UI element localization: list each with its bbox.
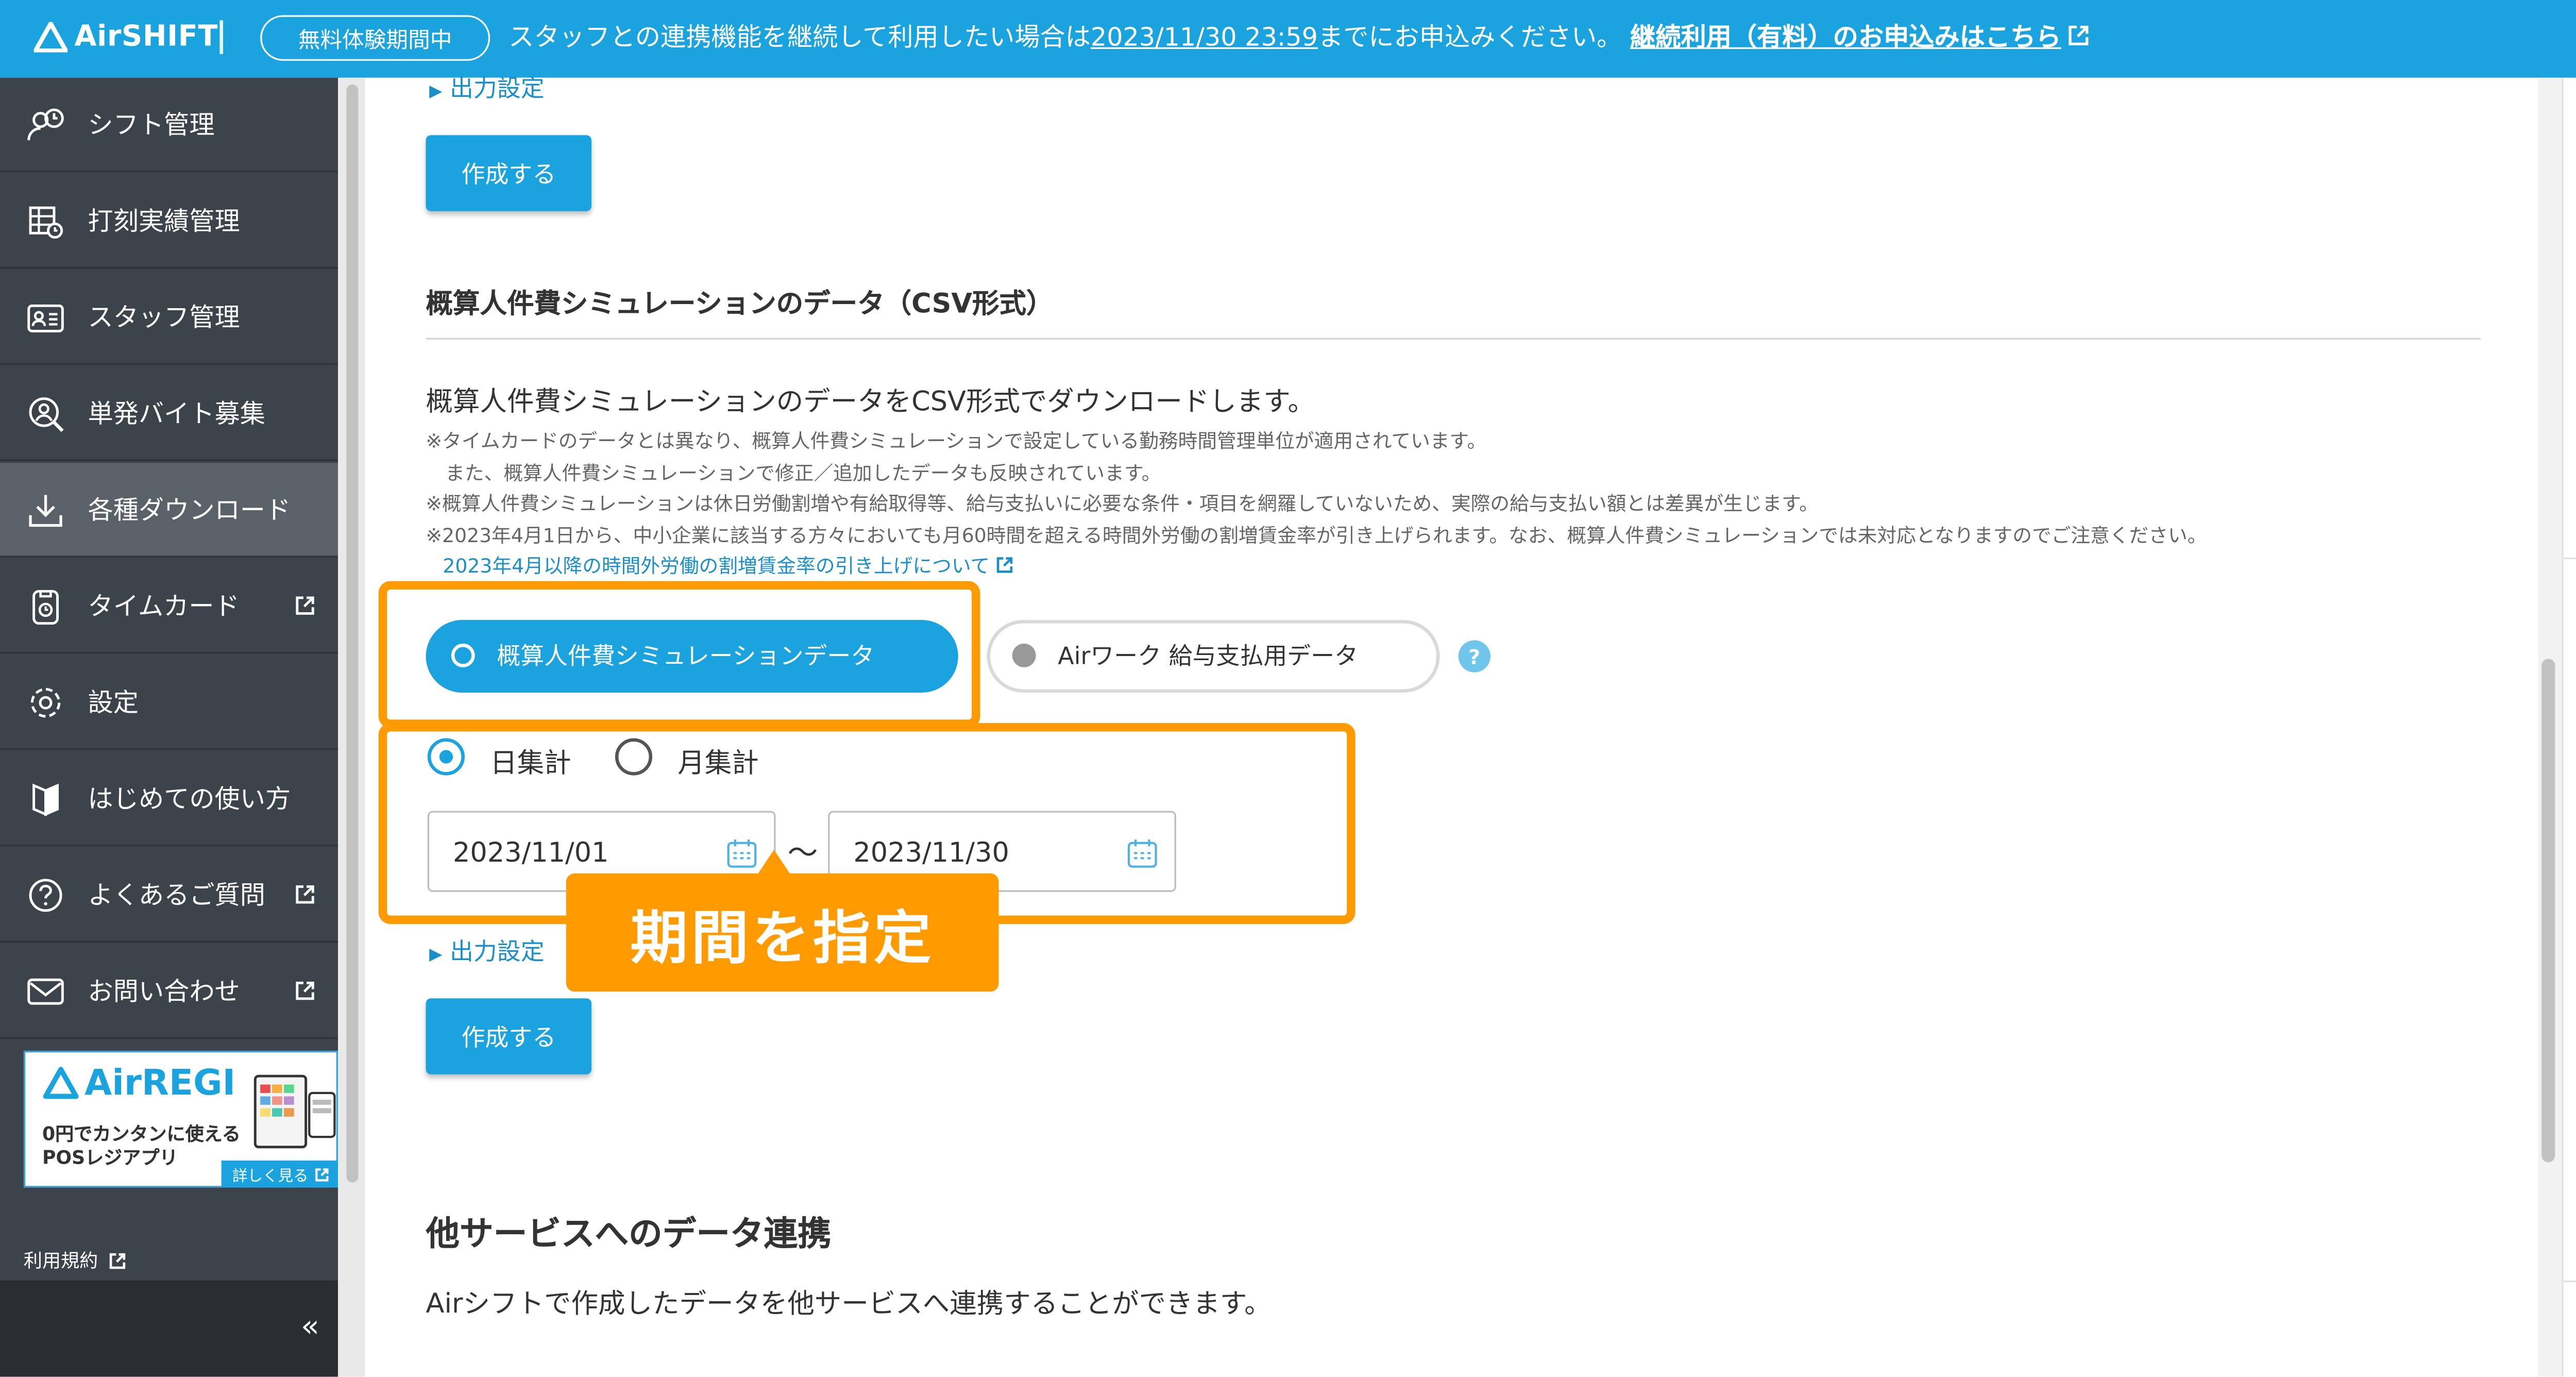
note-line: ※2023年4月1日から、中小企業に該当する方々においても月60時間を超える時間… xyxy=(426,523,2207,547)
sidebar-item-download[interactable]: 各種ダウンロード xyxy=(0,463,338,558)
other-services-title: 他サービスへのデータ連携 xyxy=(426,1213,832,1254)
terms-label: 利用規約 xyxy=(23,1250,98,1272)
external-link-icon xyxy=(296,885,314,904)
rail-divider xyxy=(2563,557,2576,560)
option-airwork-payroll-data[interactable]: Airワーク 給与支払用データ xyxy=(987,620,1440,693)
question-icon xyxy=(29,879,62,912)
section-title: 概算人件費シミュレーションのデータ（CSV形式） xyxy=(426,287,1054,320)
sidebar-item-recruit[interactable]: 単発バイト募集 xyxy=(0,366,338,461)
ad-details-button[interactable]: 詳しく見る xyxy=(221,1160,340,1188)
sidebar-item-shift[interactable]: シフト管理 xyxy=(0,78,338,173)
tablet-screenshot-image xyxy=(253,1074,336,1149)
airregi-ad-banner[interactable]: AirREGI 0円でカンタンに使える POSレジアプリ 詳しく見る xyxy=(23,1050,340,1188)
terms-link[interactable]: 利用規約 xyxy=(24,1247,127,1273)
recruit-icon xyxy=(29,397,64,432)
rail-divider xyxy=(2563,1280,2576,1283)
trial-message-before: スタッフとの連携機能を継続して利用したい場合は xyxy=(509,22,1091,53)
wage-rate-info-link[interactable]: 2023年4月以降の時間外労働の割増賃金率の引き上げについて xyxy=(426,551,2207,582)
sidebar-item-staff[interactable]: スタッフ管理 xyxy=(0,270,338,365)
help-icon[interactable]: ? xyxy=(1458,640,1490,673)
other-services-description: Airシフトで作成したデータを他サービスへ連携することができます。 xyxy=(426,1287,1272,1320)
sidebar-item-contact[interactable]: お問い合わせ xyxy=(0,944,338,1039)
output-settings-toggle[interactable]: ▶ 出力設定 xyxy=(429,934,545,968)
section-divider xyxy=(426,338,2481,340)
sidebar: シフト管理 打刻実績管理 スタッフ管理 単発バイト募集 各種ダウンロード タイム… xyxy=(0,77,365,1377)
sidebar-item-label: 単発バイト募集 xyxy=(88,398,266,429)
wage-rate-info-label: 2023年4月以降の時間外労働の割増賃金率の引き上げについて xyxy=(443,554,990,578)
sidebar-item-guide[interactable]: はじめての使い方 xyxy=(0,752,338,847)
sidebar-item-label: お問い合わせ xyxy=(88,976,240,1007)
create-button[interactable]: 作成する xyxy=(426,998,591,1074)
trial-deadline: 2023/11/30 23:59 xyxy=(1090,22,1318,53)
logo-divider xyxy=(219,20,223,54)
ad-text: 0円でカンタンに使える POSレジアプリ xyxy=(42,1123,241,1171)
sidebar-scrollbar-thumb[interactable] xyxy=(346,84,359,1183)
note-line: ※タイムカードのデータとは異なり、概算人件費シミュレーションで設定している勤務時… xyxy=(426,429,1487,453)
main-scrollbar-thumb[interactable] xyxy=(2541,659,2555,1163)
sidebar-item-label: シフト管理 xyxy=(88,110,215,141)
airshift-logo-icon xyxy=(33,22,68,53)
note-line: ※概算人件費シミュレーションは休日労働割増や有給取得等、給与支払いに必要な条件・… xyxy=(426,491,1819,515)
external-link-icon xyxy=(2068,25,2088,45)
note-line: また、概算人件費シミュレーションで修正／追加したデータも反映されています。 xyxy=(426,460,1161,484)
download-icon xyxy=(29,495,62,527)
sidebar-item-label: 設定 xyxy=(88,687,139,718)
sidebar-item-timesheet[interactable]: 打刻実績管理 xyxy=(0,174,338,269)
continue-subscription-label: 継続利用（有料）のお申込みはこちら xyxy=(1630,22,2061,53)
timesheet-icon xyxy=(29,206,63,239)
trial-message-after: までにお申込みください。 xyxy=(1317,22,1622,53)
continue-subscription-link[interactable]: 継続利用（有料）のお申込みはこちら xyxy=(1630,22,2090,53)
highlight-data-type xyxy=(378,581,980,728)
ad-line-2: POSレジアプリ xyxy=(42,1147,178,1169)
caret-right-icon: ▶ xyxy=(429,946,443,965)
caret-right-icon: ▶ xyxy=(429,82,443,102)
notes: ※タイムカードのデータとは異なり、概算人件費シミュレーションで設定している勤務時… xyxy=(426,426,2207,582)
external-link-icon xyxy=(109,1252,126,1268)
ad-line-1: 0円でカンタンに使える xyxy=(42,1123,241,1146)
sidebar-item-faq[interactable]: よくあるご質問 xyxy=(0,848,338,943)
airregi-logo-icon xyxy=(43,1067,79,1099)
create-button-top[interactable]: 作成する xyxy=(426,135,591,211)
external-link-icon xyxy=(314,1167,328,1181)
sidebar-item-timecard[interactable]: タイムカード xyxy=(0,559,338,654)
sidebar-item-label: はじめての使い方 xyxy=(88,783,291,814)
airregi-logo: AirREGI xyxy=(42,1063,235,1103)
shift-icon xyxy=(27,108,64,141)
period-callout: 期間を指定 xyxy=(566,873,999,992)
output-settings-label: 出力設定 xyxy=(449,939,545,967)
staff-card-icon xyxy=(27,304,64,332)
sidebar-item-label: 各種ダウンロード xyxy=(88,495,291,526)
gear-icon xyxy=(30,687,61,718)
logo-text: AirSHIFT xyxy=(74,20,218,54)
sidebar-item-label: 打刻実績管理 xyxy=(88,206,240,237)
callout-pointer xyxy=(757,849,791,876)
trial-message: スタッフとの連携機能を継続して利用したい場合は2023/11/30 23:59ま… xyxy=(509,19,2090,54)
top-banner: AirSHIFT 無料体験期間中 スタッフとの連携機能を継続して利用したい場合は… xyxy=(0,0,2576,78)
sidebar-item-settings[interactable]: 設定 xyxy=(0,656,338,750)
right-rail: 青 « xyxy=(2562,77,2576,1377)
sidebar-collapse-button[interactable]: « xyxy=(0,1280,342,1377)
output-settings-label: 出力設定 xyxy=(449,76,545,103)
option-airwork-label: Airワーク 給与支払用データ xyxy=(1058,643,1359,671)
external-link-icon xyxy=(296,596,314,615)
sidebar-item-label: スタッフ管理 xyxy=(88,302,240,333)
sidebar-item-label: よくあるご質問 xyxy=(88,880,266,911)
external-link-icon xyxy=(996,557,1012,573)
sidebar-item-label: タイムカード xyxy=(88,591,240,622)
ad-details-label: 詳しく見る xyxy=(232,1168,309,1185)
airregi-logo-text: AirREGI xyxy=(84,1062,236,1103)
guide-icon xyxy=(32,783,59,816)
airshift-logo[interactable]: AirSHIFT xyxy=(33,20,218,54)
external-link-icon xyxy=(296,981,314,1000)
section-description: 概算人件費シミュレーションのデータをCSV形式でダウンロードします。 xyxy=(426,385,1315,417)
collapse-chevron-icon: « xyxy=(300,1309,319,1345)
mail-icon xyxy=(27,978,64,1005)
output-settings-toggle-top[interactable]: ▶ 出力設定 xyxy=(429,71,545,105)
trial-badge: 無料体験期間中 xyxy=(260,15,490,61)
option-radio-disabled-icon xyxy=(1012,643,1036,667)
timecard-icon xyxy=(32,590,59,625)
